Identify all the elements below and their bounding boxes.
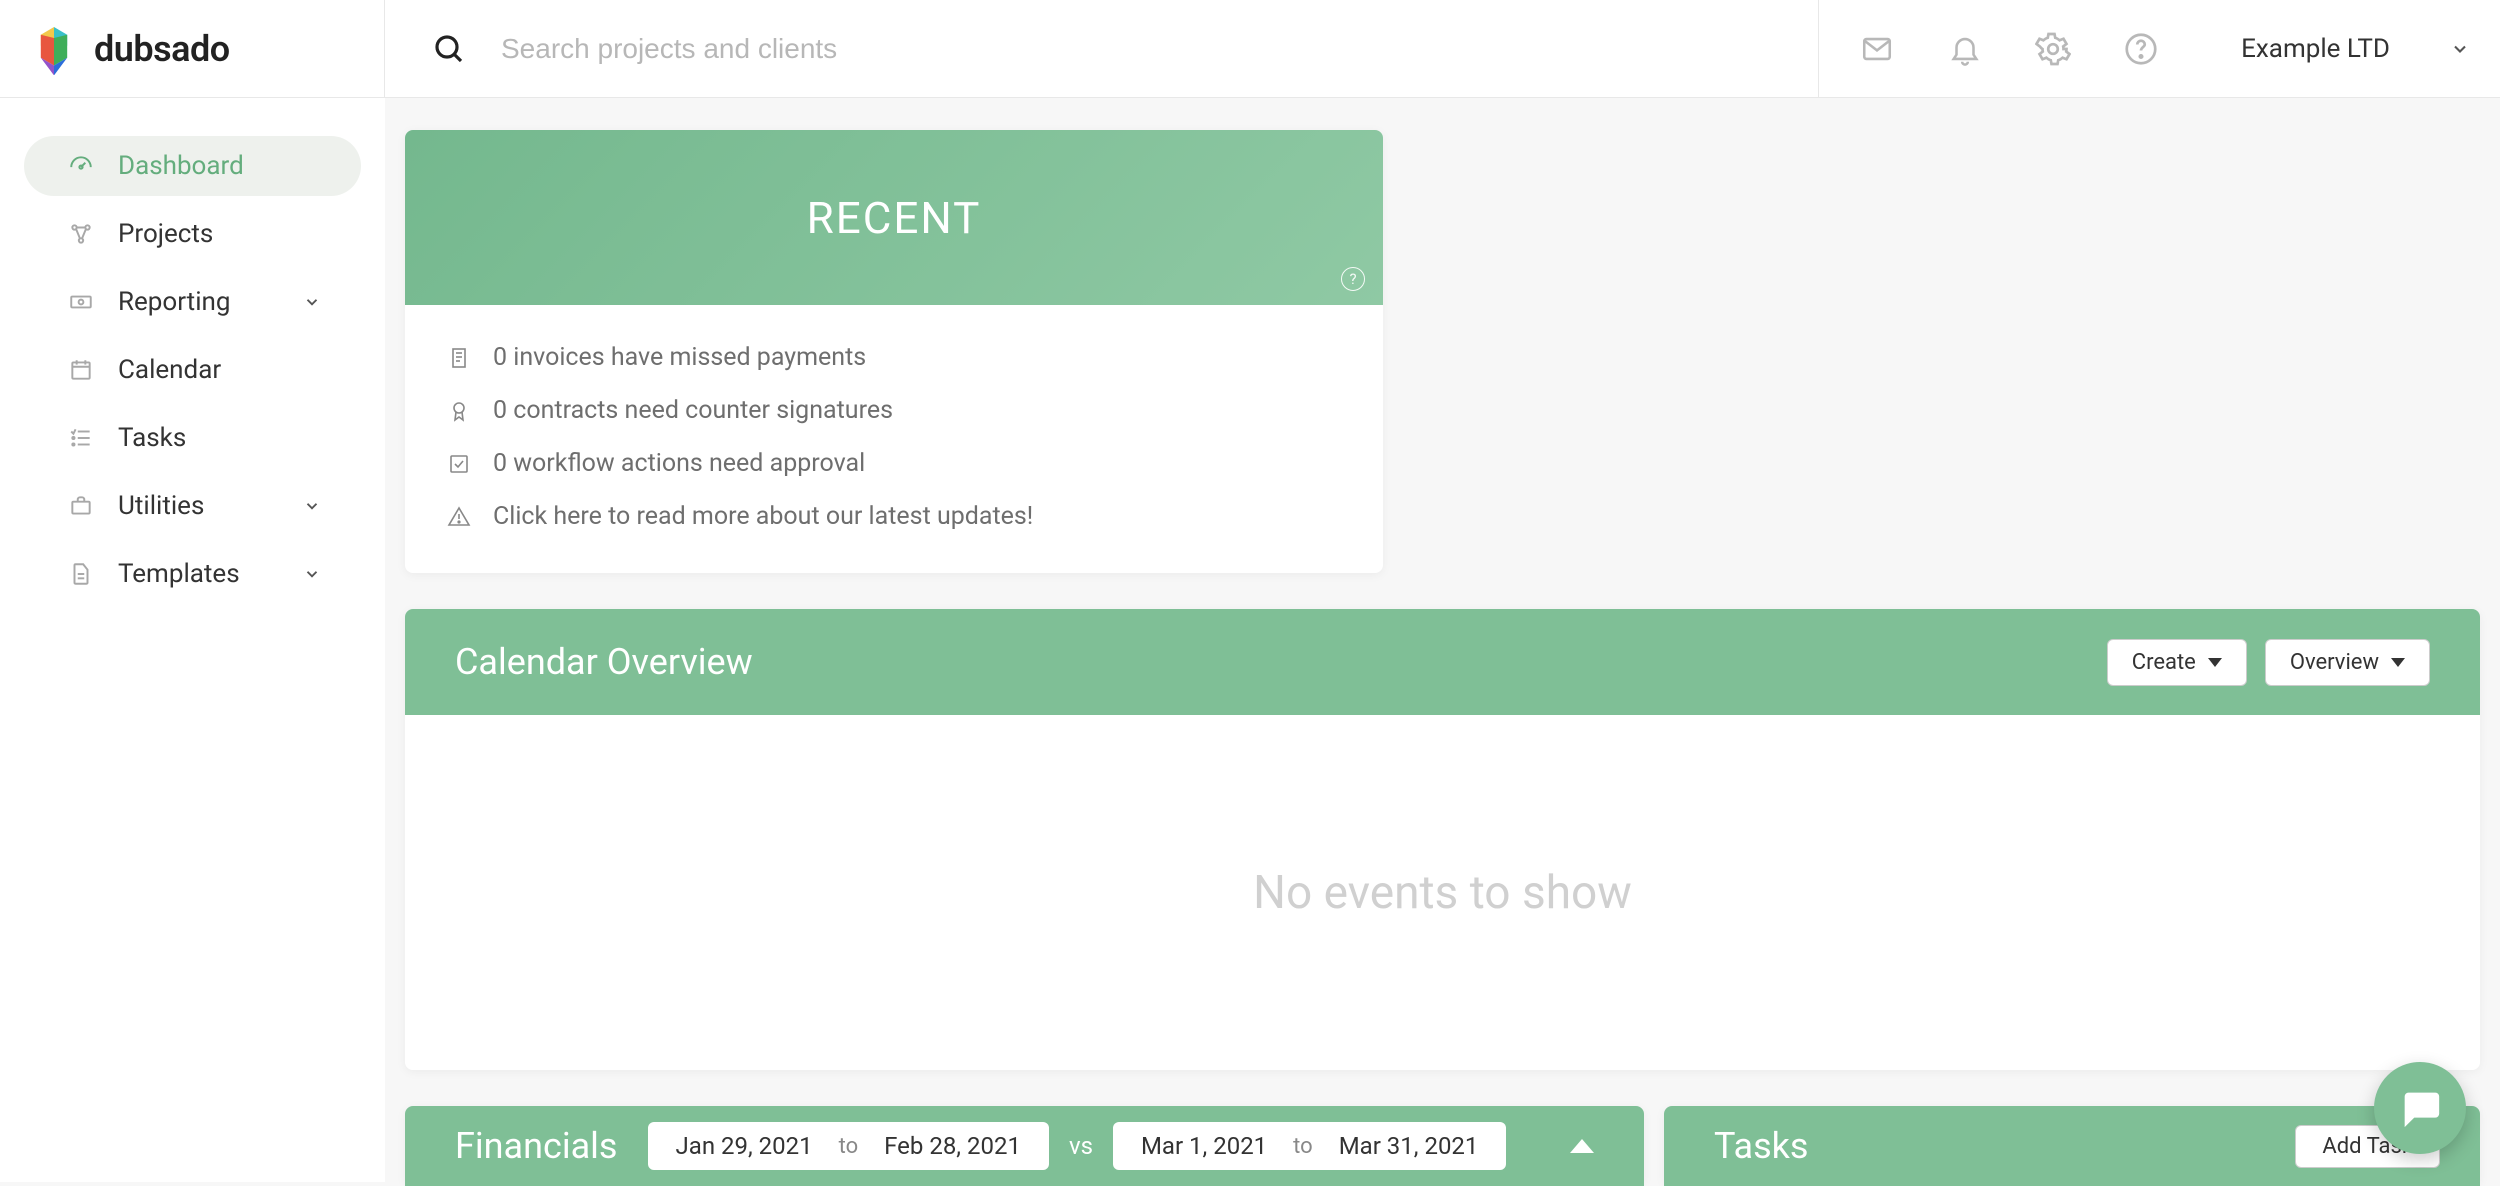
nav-label: Reporting <box>118 287 303 317</box>
recent-row-text: 0 workflow actions need approval <box>493 449 865 478</box>
sidebar-item-projects[interactable]: Projects <box>24 204 361 264</box>
briefcase-icon <box>68 493 94 519</box>
overview-label: Overview <box>2290 650 2379 675</box>
chevron-down-icon <box>303 293 321 311</box>
chat-fab[interactable] <box>2374 1062 2466 1154</box>
brand-name: Example LTD <box>2241 34 2390 64</box>
brand-switcher[interactable]: Example LTD <box>2211 34 2470 64</box>
logo-text: dubsado <box>94 28 230 70</box>
nav-label: Dashboard <box>118 151 321 181</box>
range2-from: Mar 1, 2021 <box>1141 1132 1267 1160</box>
calendar-empty-text: No events to show <box>1253 866 1632 920</box>
help-icon[interactable] <box>2123 31 2159 67</box>
tasks-header: Tasks Add Task <box>1664 1106 2480 1186</box>
recent-row-updates[interactable]: Click here to read more about our latest… <box>447 490 1341 543</box>
financials-header: Financials Jan 29, 2021 to Feb 28, 2021 … <box>405 1106 1644 1186</box>
logo-area[interactable]: dubsado <box>0 0 385 97</box>
help-icon[interactable]: ? <box>1341 267 1365 291</box>
sidebar: Dashboard Projects Reporting Calendar Ta… <box>0 98 385 1182</box>
recent-row-workflow[interactable]: 0 workflow actions need approval <box>447 437 1341 490</box>
chevron-down-icon <box>303 497 321 515</box>
recent-body: 0 invoices have missed payments 0 contra… <box>405 305 1383 573</box>
chevron-down-icon <box>303 565 321 583</box>
sidebar-item-templates[interactable]: Templates <box>24 544 361 604</box>
bottom-row: Financials Jan 29, 2021 to Feb 28, 2021 … <box>405 1106 2480 1186</box>
sidebar-item-utilities[interactable]: Utilities <box>24 476 361 536</box>
sidebar-item-tasks[interactable]: Tasks <box>24 408 361 468</box>
calendar-overview-header: Calendar Overview Create Overview <box>405 609 2480 715</box>
bell-icon[interactable] <box>1947 31 1983 67</box>
nav-label: Calendar <box>118 355 321 385</box>
receipt-icon <box>447 346 471 370</box>
recent-card: RECENT ? 0 invoices have missed payments… <box>405 130 1383 573</box>
app-header: dubsado Exam <box>0 0 2500 98</box>
gear-icon[interactable] <box>2035 31 2071 67</box>
vs-label: vs <box>1069 1132 1093 1160</box>
calendar-overview-card: Calendar Overview Create Overview No eve… <box>405 609 2480 1070</box>
check-square-icon <box>447 452 471 476</box>
gauge-icon <box>68 153 94 179</box>
graph-icon <box>68 221 94 247</box>
date-range-1[interactable]: Jan 29, 2021 to Feb 28, 2021 <box>648 1122 1049 1170</box>
range1-from: Jan 29, 2021 <box>676 1132 813 1160</box>
logo-icon <box>32 27 76 71</box>
recent-row-text: 0 invoices have missed payments <box>493 343 866 372</box>
alert-icon <box>447 505 471 529</box>
nav-label: Templates <box>118 559 303 589</box>
award-icon <box>447 399 471 423</box>
range-sep: to <box>839 1134 859 1159</box>
recent-row-text: Click here to read more about our latest… <box>493 502 1033 531</box>
chevron-down-icon <box>2450 39 2470 59</box>
search-area <box>385 0 1818 97</box>
header-actions: Example LTD <box>1818 0 2500 97</box>
recent-row-invoices[interactable]: 0 invoices have missed payments <box>447 331 1341 384</box>
caret-down-icon <box>2208 658 2222 667</box>
create-button[interactable]: Create <box>2107 639 2247 686</box>
calendar-overview-title: Calendar Overview <box>455 641 2089 683</box>
tasks-title: Tasks <box>1714 1125 2295 1167</box>
sidebar-item-dashboard[interactable]: Dashboard <box>24 136 361 196</box>
recent-row-contracts[interactable]: 0 contracts need counter signatures <box>447 384 1341 437</box>
collapse-icon[interactable] <box>1570 1139 1594 1153</box>
sidebar-item-reporting[interactable]: Reporting <box>24 272 361 332</box>
tasks-card: Tasks Add Task <box>1664 1106 2480 1186</box>
financials-card: Financials Jan 29, 2021 to Feb 28, 2021 … <box>405 1106 1644 1186</box>
date-range-2[interactable]: Mar 1, 2021 to Mar 31, 2021 <box>1113 1122 1506 1170</box>
file-icon <box>68 561 94 587</box>
nav-label: Tasks <box>118 423 321 453</box>
list-icon <box>68 425 94 451</box>
search-icon[interactable] <box>433 33 465 65</box>
money-icon <box>68 289 94 315</box>
create-label: Create <box>2132 650 2196 675</box>
main-content: RECENT ? 0 invoices have missed payments… <box>405 130 2480 1182</box>
recent-header: RECENT ? <box>405 130 1383 305</box>
calendar-body: No events to show <box>405 715 2480 1070</box>
chat-icon <box>2397 1085 2443 1131</box>
range-sep: to <box>1293 1134 1313 1159</box>
sidebar-item-calendar[interactable]: Calendar <box>24 340 361 400</box>
recent-title: RECENT <box>807 192 982 244</box>
range1-to: Feb 28, 2021 <box>884 1132 1021 1160</box>
inbox-icon[interactable] <box>1859 31 1895 67</box>
search-input[interactable] <box>501 33 1101 65</box>
calendar-icon <box>68 357 94 383</box>
overview-button[interactable]: Overview <box>2265 639 2430 686</box>
nav-label: Projects <box>118 219 321 249</box>
range2-to: Mar 31, 2021 <box>1339 1132 1479 1160</box>
recent-row-text: 0 contracts need counter signatures <box>493 396 893 425</box>
financials-title: Financials <box>455 1125 618 1167</box>
caret-down-icon <box>2391 658 2405 667</box>
nav-label: Utilities <box>118 491 303 521</box>
